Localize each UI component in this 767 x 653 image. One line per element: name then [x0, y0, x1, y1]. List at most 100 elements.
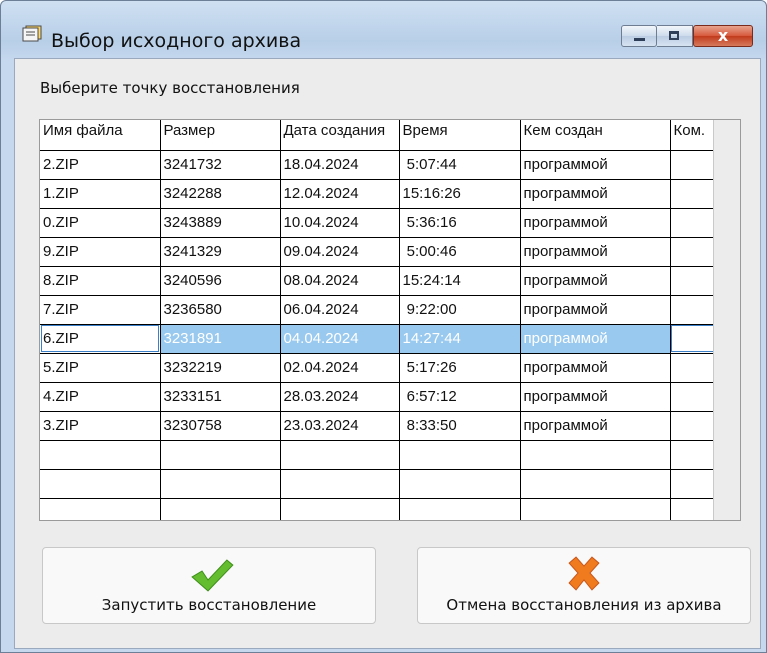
table-row[interactable]: 6.ZIP 3231891 04.04.2024 14:27:44 программой — [40, 323, 723, 354]
column-header-date[interactable]: Дата создания — [279, 120, 400, 151]
cancel-restore-button[interactable]: Отмена восстановления из архива — [417, 547, 751, 624]
cell-date[interactable] — [279, 439, 400, 470]
cell-creator[interactable]: программой — [519, 236, 671, 267]
cell-filename[interactable]: 4.ZIP — [40, 381, 161, 412]
cell-time[interactable]: 9:22:00 — [398, 294, 521, 325]
cell-size[interactable]: 3242288 — [159, 178, 281, 209]
cell-time[interactable] — [398, 468, 521, 499]
cell-creator[interactable]: программой — [519, 381, 671, 412]
table-row[interactable]: 3.ZIP 3230758 23.03.2024 8:33:50 программой — [40, 410, 723, 441]
archive-grid[interactable]: Имя файла Размер Дата создания Время Кем… — [39, 119, 741, 521]
table-row[interactable]: 8.ZIP 3240596 08.04.2024 15:24:14 программой — [40, 265, 723, 296]
cell-size[interactable]: 3231891 — [159, 323, 281, 354]
cell-date[interactable]: 28.03.2024 — [279, 381, 400, 412]
cell-size[interactable] — [159, 468, 281, 499]
cell-time[interactable]: 6:57:12 — [398, 381, 521, 412]
cell-creator[interactable] — [519, 497, 671, 520]
cell-filename[interactable] — [40, 439, 161, 470]
cell-creator[interactable]: программой — [519, 352, 671, 383]
checkmark-icon — [191, 559, 234, 592]
cell-date[interactable] — [279, 497, 400, 520]
cell-creator[interactable]: программой — [519, 294, 671, 325]
cell-filename[interactable]: 9.ZIP — [40, 236, 161, 267]
cell-time[interactable] — [398, 497, 521, 520]
table-row[interactable]: 7.ZIP 3236580 06.04.2024 9:22:00 программой — [40, 294, 723, 325]
archive-app-icon — [22, 25, 42, 42]
cell-filename[interactable] — [40, 497, 161, 520]
cell-filename[interactable]: 3.ZIP — [40, 410, 161, 441]
cell-size[interactable] — [159, 497, 281, 520]
cell-creator[interactable]: программой — [519, 178, 671, 209]
start-restore-label: Запустить восстановление — [101, 596, 317, 614]
cell-filename[interactable] — [40, 468, 161, 499]
cell-date[interactable] — [279, 468, 400, 499]
column-header-creator[interactable]: Кем создан — [519, 120, 671, 151]
cell-creator[interactable]: программой — [519, 410, 671, 441]
column-header-time[interactable]: Время — [398, 120, 521, 151]
window-title: Выбор исходного архива — [51, 30, 302, 52]
cell-time[interactable]: 5:17:26 — [398, 352, 521, 383]
minimize-button[interactable] — [621, 25, 657, 47]
maximize-button[interactable] — [657, 25, 693, 47]
table-row[interactable]: 5.ZIP 3232219 02.04.2024 5:17:26 программой — [40, 352, 723, 383]
table-row[interactable]: 1.ZIP 3242288 12.04.2024 15:16:26 программой — [40, 178, 723, 209]
cell-filename[interactable]: 6.ZIP — [40, 323, 161, 354]
cell-date[interactable]: 10.04.2024 — [279, 207, 400, 238]
table-row[interactable] — [40, 497, 723, 520]
cell-time[interactable]: 14:27:44 — [398, 323, 521, 354]
cell-time[interactable]: 8:33:50 — [398, 410, 521, 441]
cell-filename[interactable]: 7.ZIP — [40, 294, 161, 325]
cell-filename[interactable]: 0.ZIP — [40, 207, 161, 238]
cell-date[interactable]: 08.04.2024 — [279, 265, 400, 296]
close-button[interactable]: x — [693, 25, 753, 47]
cell-date[interactable]: 18.04.2024 — [279, 149, 400, 180]
cell-creator[interactable] — [519, 468, 671, 499]
column-header-size[interactable]: Размер — [159, 120, 281, 151]
table-row[interactable]: 0.ZIP 3243889 10.04.2024 5:36:16 программой — [40, 207, 723, 238]
vertical-scrollbar[interactable] — [713, 120, 740, 520]
cell-date[interactable]: 09.04.2024 — [279, 236, 400, 267]
archive-select-window: Выбор исходного архива x Выберите точку … — [0, 0, 767, 653]
cell-size[interactable] — [159, 439, 281, 470]
title-bar[interactable]: Выбор исходного архива x — [1, 1, 766, 52]
cell-filename[interactable]: 1.ZIP — [40, 178, 161, 209]
table-row[interactable]: 4.ZIP 3233151 28.03.2024 6:57:12 программой — [40, 381, 723, 412]
cell-filename[interactable]: 8.ZIP — [40, 265, 161, 296]
start-restore-button[interactable]: Запустить восстановление — [42, 547, 376, 624]
cell-time[interactable]: 15:16:26 — [398, 178, 521, 209]
cell-date[interactable]: 23.03.2024 — [279, 410, 400, 441]
cell-creator[interactable]: программой — [519, 265, 671, 296]
table-row[interactable]: 9.ZIP 3241329 09.04.2024 5:00:46 программой — [40, 236, 723, 267]
cell-date[interactable]: 02.04.2024 — [279, 352, 400, 383]
cell-size[interactable]: 3236580 — [159, 294, 281, 325]
cell-time[interactable] — [398, 439, 521, 470]
column-header-filename[interactable]: Имя файла — [40, 120, 161, 151]
cell-creator[interactable]: программой — [519, 149, 671, 180]
table-row[interactable] — [40, 468, 723, 499]
table-row[interactable]: 2.ZIP 3241732 18.04.2024 5:07:44 программой — [40, 149, 723, 180]
cell-creator[interactable]: программой — [519, 323, 671, 354]
restore-point-prompt: Выберите точку восстановления — [40, 79, 300, 97]
cell-size[interactable]: 3232219 — [159, 352, 281, 383]
cross-icon — [568, 556, 600, 591]
cell-time[interactable]: 5:36:16 — [398, 207, 521, 238]
cell-date[interactable]: 12.04.2024 — [279, 178, 400, 209]
cell-creator[interactable]: программой — [519, 207, 671, 238]
cell-date[interactable]: 06.04.2024 — [279, 294, 400, 325]
table-row[interactable] — [40, 439, 723, 470]
cell-size[interactable]: 3240596 — [159, 265, 281, 296]
cell-date[interactable]: 04.04.2024 — [279, 323, 400, 354]
cell-filename[interactable]: 5.ZIP — [40, 352, 161, 383]
cancel-restore-label: Отмена восстановления из архива — [446, 596, 722, 614]
cell-size[interactable]: 3233151 — [159, 381, 281, 412]
cell-creator[interactable] — [519, 439, 671, 470]
cell-size[interactable]: 3243889 — [159, 207, 281, 238]
cell-time[interactable]: 5:07:44 — [398, 149, 521, 180]
cell-filename[interactable]: 2.ZIP — [40, 149, 161, 180]
cell-time[interactable]: 15:24:14 — [398, 265, 521, 296]
cell-size[interactable]: 3230758 — [159, 410, 281, 441]
dialog-client-area: Выберите точку восстановления Имя файла … — [14, 58, 761, 649]
cell-size[interactable]: 3241329 — [159, 236, 281, 267]
cell-time[interactable]: 5:00:46 — [398, 236, 521, 267]
cell-size[interactable]: 3241732 — [159, 149, 281, 180]
